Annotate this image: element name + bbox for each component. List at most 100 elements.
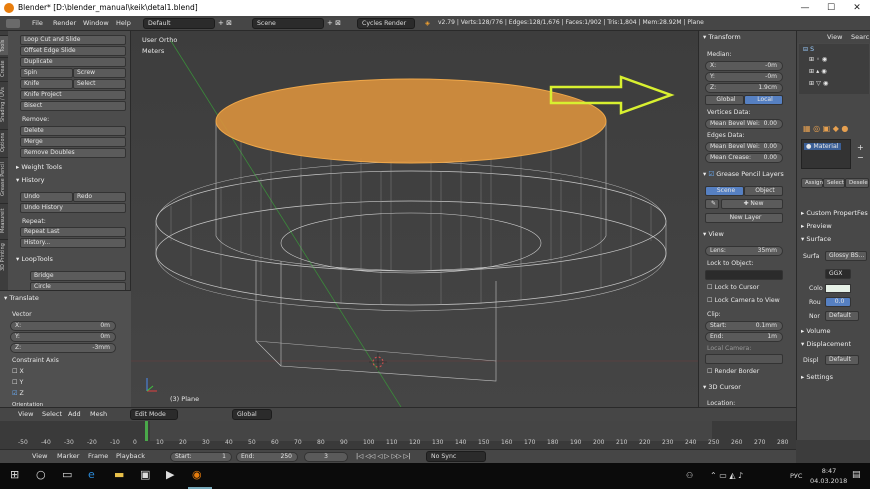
- task-view-icon[interactable]: ▭: [62, 468, 72, 481]
- add-layout-icon[interactable]: + ⊠: [218, 19, 232, 27]
- tab-shading-uvs[interactable]: Shading / UVs: [0, 81, 8, 127]
- vector-x-field[interactable]: X: 0m: [10, 321, 116, 331]
- delete-button[interactable]: Delete: [20, 126, 126, 136]
- tl-view-menu[interactable]: View: [32, 452, 47, 460]
- tl-frame-menu[interactable]: Frame: [88, 452, 108, 460]
- windows-start-icon[interactable]: ⊞: [10, 468, 19, 481]
- timeline[interactable]: -50 -40 -30 -20 -10 0 10 20 30 40 50 60 70 80 90 100 110…: [0, 421, 796, 449]
- median-x-field[interactable]: X: -0m: [705, 61, 783, 71]
- end-frame-field[interactable]: End: 250: [236, 452, 298, 462]
- clock-time[interactable]: 8:47: [814, 467, 844, 475]
- material-slot[interactable]: ● Material: [804, 143, 841, 150]
- lock-cursor-checkbox[interactable]: ☐ Lock to Cursor: [707, 284, 759, 291]
- orientation-selector[interactable]: Global: [232, 409, 272, 420]
- local-toggle[interactable]: Local: [744, 95, 783, 105]
- outliner-search[interactable]: Searc: [851, 33, 869, 41]
- menu-file[interactable]: File: [32, 19, 43, 27]
- tree-item-2[interactable]: ⊞ ▴ ◉: [809, 68, 827, 75]
- current-frame-field[interactable]: 3: [304, 452, 348, 462]
- transform-panel[interactable]: ▾ Transform: [703, 33, 741, 41]
- menu-render[interactable]: Render: [53, 19, 76, 27]
- select-button[interactable]: Select: [823, 178, 845, 188]
- tab-measureit[interactable]: Measureit: [0, 203, 8, 237]
- material-slots[interactable]: ● Material: [801, 139, 851, 169]
- mean-crease-field[interactable]: Mean Crease: 0.00: [705, 153, 783, 163]
- pencil-icon[interactable]: ✎: [705, 199, 719, 209]
- tab-options[interactable]: Options: [0, 129, 8, 155]
- local-camera-field[interactable]: [705, 354, 783, 364]
- deselect-button[interactable]: Desele: [845, 178, 869, 188]
- displacement-panel[interactable]: ▾ Displacement: [801, 340, 851, 348]
- surface-panel[interactable]: ▾ Surface: [801, 235, 831, 243]
- close-button[interactable]: ✕: [844, 1, 870, 15]
- menu-window[interactable]: Window: [83, 19, 109, 27]
- scene-selector[interactable]: Scene: [252, 18, 324, 29]
- layout-selector[interactable]: Default: [143, 18, 215, 29]
- vh-add-menu[interactable]: Add: [68, 410, 81, 418]
- custom-props-panel[interactable]: ▸ Custom PropertFes: [801, 209, 868, 217]
- tree-item-scene[interactable]: ⊟ S: [803, 46, 814, 53]
- tree-item-1[interactable]: ⊞ ◦ ◉: [809, 56, 827, 63]
- median-z-field[interactable]: Z: 1.9cm: [705, 83, 783, 93]
- duplicate-button[interactable]: Duplicate: [20, 57, 126, 67]
- settings-panel[interactable]: ▸ Settings: [801, 373, 833, 381]
- surface-shader-field[interactable]: Glossy BS...: [825, 251, 867, 261]
- ggx-dropdown[interactable]: GGX: [825, 269, 851, 279]
- mean-bevel-weight-e-field[interactable]: Mean Bevel Wei: 0.00: [705, 142, 783, 152]
- vector-y-field[interactable]: Y: 0m: [10, 332, 116, 342]
- undo-history-button[interactable]: Undo History: [20, 203, 126, 213]
- normal-field[interactable]: Default: [825, 311, 859, 321]
- spin-button[interactable]: Spin: [20, 68, 73, 78]
- constraint-x-checkbox[interactable]: ☐ X: [12, 368, 24, 375]
- 3d-viewport[interactable]: User Ortho Meters (3) Plane: [131, 31, 698, 407]
- gp-scene-toggle[interactable]: Scene: [705, 186, 744, 196]
- properties-context-icons[interactable]: ▦ ◎ ▣ ◆ ●: [803, 124, 848, 133]
- clip-end-field[interactable]: End: 1m: [705, 332, 783, 342]
- tray-icons[interactable]: ⌃ ▭ ◭ ♪: [710, 471, 743, 480]
- tab-3d-printing[interactable]: 3D Printing: [0, 239, 8, 275]
- volume-panel[interactable]: ▸ Volume: [801, 327, 831, 335]
- loop-cut-button[interactable]: Loop Cut and Slide: [20, 35, 126, 45]
- menu-help[interactable]: Help: [116, 19, 131, 27]
- language-indicator[interactable]: РУС: [790, 472, 802, 480]
- gp-new-button[interactable]: ✚ New: [721, 199, 783, 209]
- start-frame-field[interactable]: Start: 1: [170, 452, 232, 462]
- new-layer-button[interactable]: New Layer: [705, 213, 783, 223]
- tab-tools[interactable]: Tools: [0, 35, 8, 55]
- knife-project-button[interactable]: Knife Project: [20, 90, 126, 100]
- people-icon[interactable]: ⚇: [686, 471, 693, 480]
- vh-mesh-menu[interactable]: Mesh: [90, 410, 107, 418]
- global-toggle[interactable]: Global: [705, 95, 744, 105]
- remove-slot-icon[interactable]: −: [857, 153, 864, 162]
- knife-button[interactable]: Knife: [20, 79, 73, 89]
- knife-select-button[interactable]: Select: [73, 79, 126, 89]
- vector-z-field[interactable]: Z: -3mm: [10, 343, 116, 353]
- mode-selector[interactable]: Edit Mode: [130, 409, 178, 420]
- undo-button[interactable]: Undo: [20, 192, 73, 202]
- notifications-icon[interactable]: ▤: [852, 470, 861, 480]
- repeat-last-button[interactable]: Repeat Last: [20, 227, 126, 237]
- weight-tools-panel[interactable]: ▸ Weight Tools: [16, 163, 62, 171]
- looptools-panel[interactable]: ▾ LoopTools: [16, 255, 53, 263]
- constraint-y-checkbox[interactable]: ☐ Y: [12, 379, 23, 386]
- merge-button[interactable]: Merge: [20, 137, 126, 147]
- store-icon[interactable]: ▣: [140, 468, 150, 481]
- remove-doubles-button[interactable]: Remove Doubles: [20, 148, 126, 158]
- 3d-cursor-panel[interactable]: ▾ 3D Cursor: [703, 383, 741, 391]
- file-explorer-icon[interactable]: ▬: [114, 468, 124, 481]
- lock-object-field[interactable]: [705, 270, 783, 280]
- maximize-button[interactable]: ☐: [818, 1, 844, 15]
- tab-grease-pencil[interactable]: Grease Pencil: [0, 157, 8, 201]
- edge-icon[interactable]: e: [88, 468, 95, 481]
- constraint-z-checkbox[interactable]: ☑ Z: [12, 390, 24, 397]
- clock-date[interactable]: 04.03.2018: [810, 477, 847, 485]
- history-button[interactable]: History...: [20, 238, 126, 248]
- lock-camera-checkbox[interactable]: ☐ Lock Camera to View: [707, 297, 780, 304]
- tl-marker-menu[interactable]: Marker: [57, 452, 79, 460]
- redo-button[interactable]: Redo: [73, 192, 126, 202]
- vh-select-menu[interactable]: Select: [42, 410, 62, 418]
- blender-taskbar-icon[interactable]: ◉: [192, 468, 202, 481]
- sync-selector[interactable]: No Sync: [426, 451, 486, 462]
- bisect-button[interactable]: Bisect: [20, 101, 126, 111]
- gp-object-toggle[interactable]: Object: [744, 186, 783, 196]
